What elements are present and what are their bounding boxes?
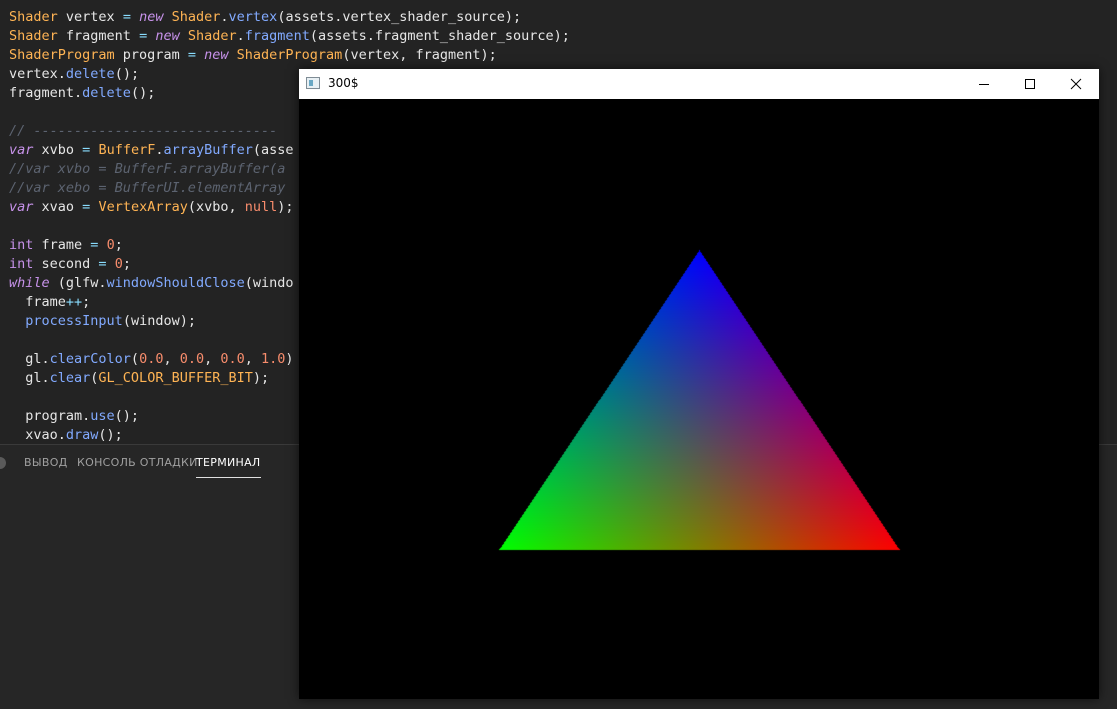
tab-output[interactable]: ВЫВОД: [24, 455, 68, 477]
code-line: frame++;: [9, 294, 91, 310]
rgb-triangle: [299, 99, 1099, 699]
code-line: var xvao = VertexArray(xvbo, null);: [9, 199, 294, 215]
close-icon: [1070, 78, 1082, 90]
minimize-button[interactable]: [961, 69, 1007, 99]
code-line: // ------------------------------: [9, 123, 278, 139]
code-line: xvao.draw();: [9, 427, 123, 443]
tab-debug-console[interactable]: КОНСОЛЬ ОТЛАДКИ: [77, 455, 198, 477]
code-line: Shader fragment = new Shader.fragment(as…: [9, 28, 570, 44]
code-line: program.use();: [9, 408, 140, 424]
opengl-window[interactable]: 300$: [299, 69, 1099, 699]
render-canvas: [299, 99, 1099, 699]
close-button[interactable]: [1053, 69, 1099, 99]
code-line: ShaderProgram program = new ShaderProgra…: [9, 47, 497, 63]
code-line: //var xvbo = BufferF.arrayBuffer(a: [9, 161, 286, 177]
code-line: Shader vertex = new Shader.vertex(assets…: [9, 9, 522, 25]
minimize-icon: [979, 84, 989, 85]
window-titlebar[interactable]: 300$: [299, 69, 1099, 99]
code-line: vertex.delete();: [9, 66, 140, 82]
code-line: processInput(window);: [25, 313, 196, 329]
code-line: int second = 0;: [9, 256, 131, 272]
code-line: var xvbo = BufferF.arrayBuffer(asse: [9, 142, 294, 158]
maximize-button[interactable]: [1007, 69, 1053, 99]
tab-terminal[interactable]: ТЕРМИНАЛ: [196, 455, 261, 478]
window-title: 300$: [328, 76, 359, 90]
code-line: while (glfw.windowShouldClose(windo: [9, 275, 294, 291]
code-line: int frame = 0;: [9, 237, 123, 253]
code-line: //var xebo = BufferUI.elementArray: [9, 180, 286, 196]
app-icon: [306, 77, 320, 89]
maximize-icon: [1025, 79, 1035, 89]
panel-indicator-icon: [0, 457, 6, 469]
code-line: fragment.delete();: [9, 85, 156, 101]
code-line: gl.clear(GL_COLOR_BUFFER_BIT);: [9, 370, 270, 386]
code-line: gl.clearColor(0.0, 0.0, 0.0, 1.0): [9, 351, 294, 367]
